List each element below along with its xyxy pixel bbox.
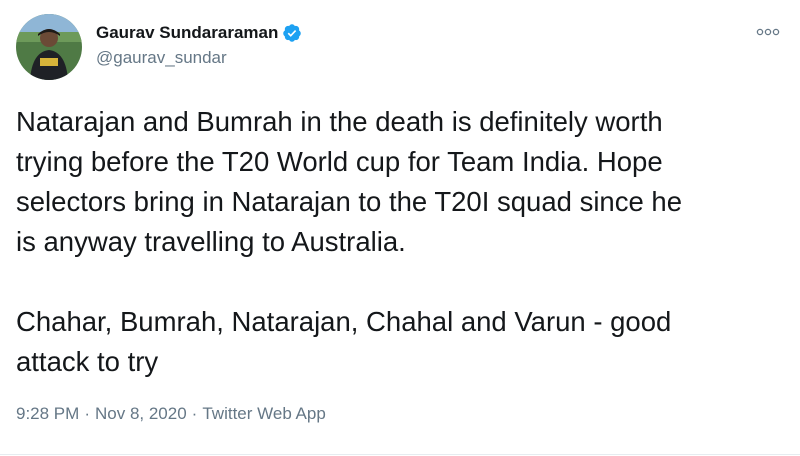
more-options-button[interactable] xyxy=(754,22,782,42)
author-avatar[interactable] xyxy=(16,14,82,80)
tweet-paragraph: Chahar, Bumrah, Natarajan, Chahal and Va… xyxy=(16,306,672,377)
meta-separator: · xyxy=(84,404,90,423)
tweet-paragraph: Natarajan and Bumrah in the death is def… xyxy=(16,106,683,257)
divider xyxy=(0,454,800,455)
tweet-meta: 9:28 PM · Nov 8, 2020 · Twitter Web App xyxy=(16,404,326,424)
author-handle[interactable]: @gaurav_sundar xyxy=(96,48,227,68)
verified-badge-icon xyxy=(282,23,302,43)
tweet-date-link[interactable]: Nov 8, 2020 xyxy=(95,404,187,424)
more-options-icon xyxy=(756,28,780,36)
tweet-time-link[interactable]: 9:28 PM xyxy=(16,404,79,424)
tweet-card: Gaurav Sundararaman @gaurav_sundar Natar… xyxy=(0,0,800,456)
tweet-source-link[interactable]: Twitter Web App xyxy=(202,404,325,424)
tweet-text: Natarajan and Bumrah in the death is def… xyxy=(16,102,786,382)
profile-photo-icon xyxy=(16,14,82,80)
meta-separator: · xyxy=(191,404,198,423)
author-name[interactable]: Gaurav Sundararaman xyxy=(96,23,278,43)
author-name-row: Gaurav Sundararaman xyxy=(96,22,302,44)
